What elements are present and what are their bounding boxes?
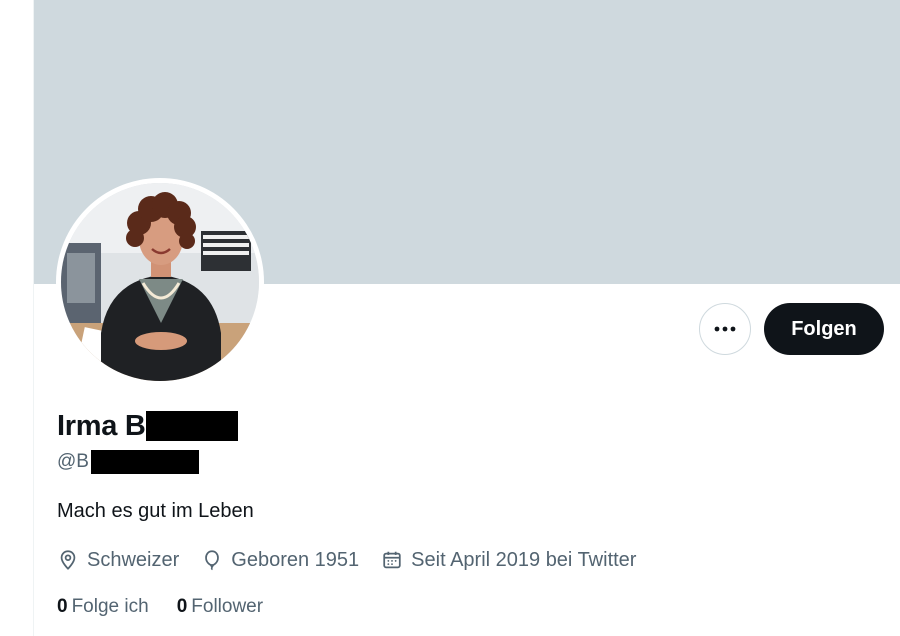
calendar-icon xyxy=(383,551,401,569)
name-redaction xyxy=(146,411,239,441)
follow-button[interactable]: Folgen xyxy=(764,303,884,355)
birth-text: Geboren 1951 xyxy=(231,548,360,571)
location-text: Schweizer xyxy=(87,548,180,571)
more-dots-icon xyxy=(714,326,736,332)
handle-row: @B xyxy=(57,449,199,475)
followers-count: 0 xyxy=(176,596,188,617)
display-name: Irma B xyxy=(57,409,146,442)
balloon-icon xyxy=(205,550,220,571)
location-item: Schweizer xyxy=(57,549,179,572)
birth-item: Geboren 1951 xyxy=(201,549,359,572)
profile-bio: Mach es gut im Leben xyxy=(57,500,254,522)
followers-label: Follower xyxy=(191,596,264,617)
user-handle: @B xyxy=(57,451,89,472)
joined-text: Seit April 2019 bei Twitter xyxy=(411,548,637,571)
profile-avatar[interactable] xyxy=(56,178,264,386)
followers-link[interactable]: 0 Follower xyxy=(177,596,263,618)
profile-stats: 0 Folge ich 0 Follower xyxy=(57,594,291,620)
display-name-row: Irma B xyxy=(57,408,239,444)
location-pin-icon xyxy=(60,550,76,570)
more-options-button[interactable] xyxy=(699,303,751,355)
avatar-photo xyxy=(61,183,259,381)
joined-item: Seit April 2019 bei Twitter xyxy=(381,549,636,572)
following-count: 0 xyxy=(57,596,68,617)
following-label: Folge ich xyxy=(71,596,149,617)
following-link[interactable]: 0 Folge ich xyxy=(57,596,149,618)
profile-meta: Schweizer Geboren 1951 Seit April 2019 b… xyxy=(57,545,658,575)
handle-redaction xyxy=(90,450,199,474)
